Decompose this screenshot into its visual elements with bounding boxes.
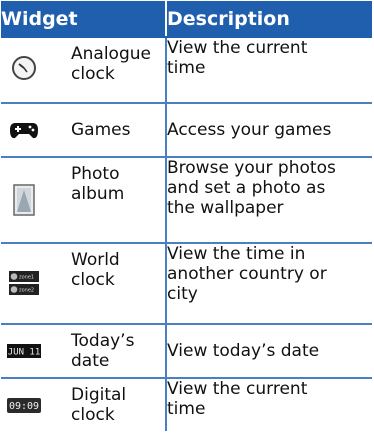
table-row: JUN 11 Today’s date View today’s date [1,324,372,379]
widget-cell: Photo album [1,157,167,244]
widget-description: Browse your photos and set a photo as th… [166,157,372,244]
date-icon-text: JUN 11 [8,348,41,358]
widget-name: Analogue clock [71,44,151,84]
digital-clock-icon: 09:09 [1,379,47,431]
table-row: Analogue clock View the current time [1,37,372,104]
widget-description: View the current time [167,379,308,419]
widget-cell: Games [1,103,167,158]
world-clock-zone1: zone1 [19,275,34,281]
widget-cell: JUN 11 Today’s date [1,324,167,379]
date-icon: JUN 11 [1,325,47,377]
widget-description: View today’s date [166,324,372,379]
widget-cell: 09:09 Digital clock [1,378,167,431]
widget-name: Today’s date [71,331,135,371]
table-row: Games Access your games [1,103,372,158]
widget-description: View the current time [166,37,372,104]
gamepad-icon [1,104,47,156]
widget-description: Access your games [166,103,372,158]
header-row: Widget Description [1,1,372,38]
widget-cell: zone1 zone2 World clock [1,243,167,325]
world-clock-icon: zone1 zone2 [1,244,47,322]
header-widget: Widget [1,1,167,38]
table-row: Photo album Browse your photos and set a… [1,157,372,244]
widget-name: World clock [71,250,120,290]
photo-album-icon [1,158,47,242]
table-row: 09:09 Digital clock View the current tim… [1,378,372,431]
widget-cell: Analogue clock [1,37,167,104]
table-row: zone1 zone2 World clock View the time in… [1,243,372,325]
world-clock-zone2: zone2 [19,288,34,294]
digital-clock-time: 09:09 [9,401,39,412]
widget-name: Photo album [71,164,125,204]
widget-name: Digital clock [71,385,127,425]
widget-table: Widget Description Analogue clock View t… [1,1,372,431]
analogue-clock-icon [1,38,47,98]
widget-name: Games [71,120,131,140]
widget-description: View the time in another country or city [166,243,372,325]
header-description: Description [166,1,372,38]
